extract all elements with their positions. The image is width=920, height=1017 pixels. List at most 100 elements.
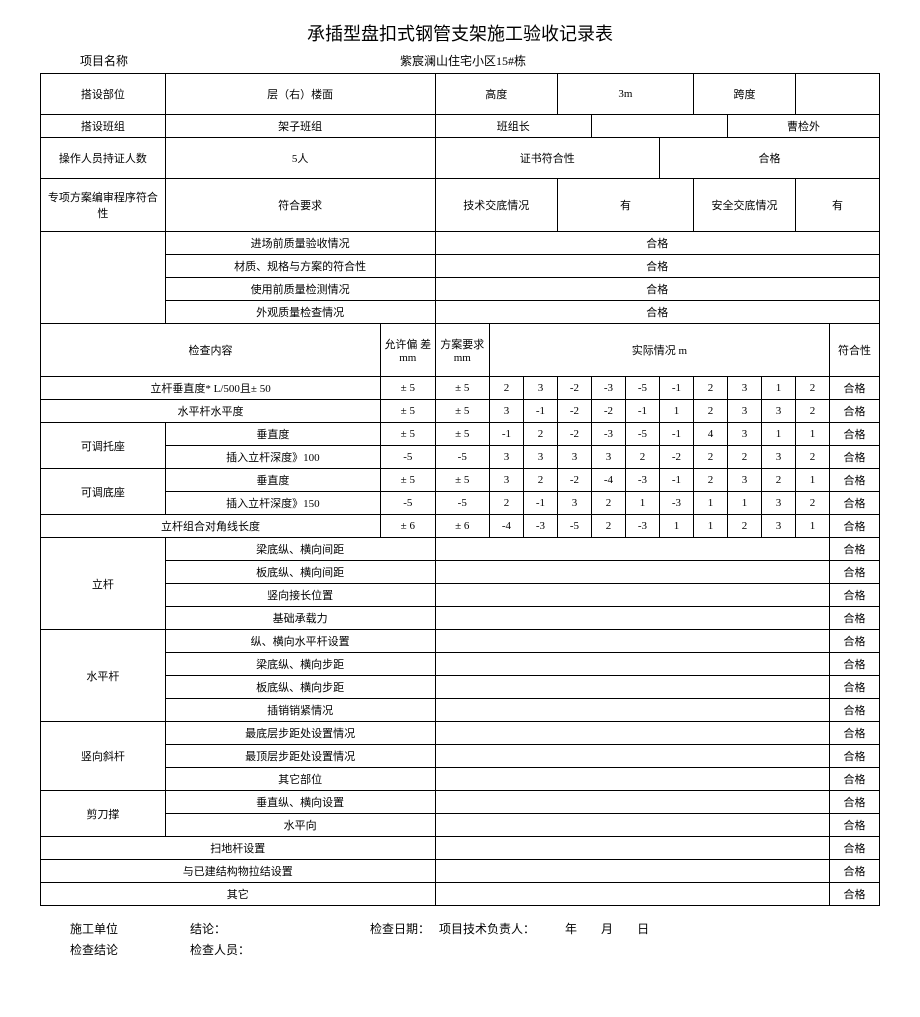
cell: 1 <box>727 492 761 515</box>
cell: -3 <box>523 515 557 538</box>
cell: 检查内容 <box>41 324 381 377</box>
cell: -5 <box>625 377 659 400</box>
cell: 符合性 <box>829 324 879 377</box>
footer-day: 日 <box>637 922 649 936</box>
footer-year: 年 <box>565 922 577 936</box>
cell: 合格 <box>829 515 879 538</box>
cell <box>435 630 829 653</box>
measure-row: 插入立杆深度》100-5-533332-22232合格 <box>41 446 880 469</box>
cell: 合格 <box>829 676 879 699</box>
cell: -2 <box>557 400 591 423</box>
cell: 1 <box>795 423 829 446</box>
row-cert: 操作人员持证人数 5人 证书符合性 合格 <box>41 138 880 179</box>
row-plan: 专项方案编审程序符合性 符合要求 技术交底情况 有 安全交底情况 有 <box>41 179 880 232</box>
group-row: 最顶层步距处设置情况合格 <box>41 745 880 768</box>
measure-row: 水平杆水平度± 5± 53-1-2-2-112332合格 <box>41 400 880 423</box>
cell: 搭设部位 <box>41 74 166 115</box>
cell: 扫地杆设置 <box>41 837 436 860</box>
cell: ± 5 <box>435 469 489 492</box>
footer-conclusion: 结论： <box>190 920 330 937</box>
cell: 2 <box>523 469 557 492</box>
cell: 水平杆 <box>41 630 166 722</box>
cell: 合格 <box>829 745 879 768</box>
measure-row: 可调底座垂直度± 5± 532-2-4-3-12321合格 <box>41 469 880 492</box>
cell <box>435 837 829 860</box>
cell: 跨度 <box>693 74 795 115</box>
cell: -2 <box>557 423 591 446</box>
cell: 梁底纵、横向步距 <box>165 653 435 676</box>
cell: -2 <box>557 469 591 492</box>
tail-row: 扫地杆设置 合格 <box>41 837 880 860</box>
cell: -2 <box>557 377 591 400</box>
footer-conclusion-label: 检查结论 <box>70 941 190 958</box>
cell: 立杆组合对角线长度 <box>41 515 381 538</box>
measure-row: 立杆垂直度* L/500且± 50± 5± 523-2-3-5-12312合格 <box>41 377 880 400</box>
cell: ± 5 <box>381 377 435 400</box>
cell: -4 <box>591 469 625 492</box>
footer-org: 施工单位 <box>70 920 190 937</box>
cell: 合格 <box>435 278 879 301</box>
cell: 基础承载力 <box>165 607 435 630</box>
cell: 插销销紧情况 <box>165 699 435 722</box>
cell: 班组长 <box>435 115 591 138</box>
cell: 3 <box>727 423 761 446</box>
group-row: 插销销紧情况合格 <box>41 699 880 722</box>
cell: 层（右）楼面 <box>165 74 435 115</box>
cell: 允许偏 差 mm <box>381 324 435 377</box>
cell: -1 <box>659 423 693 446</box>
cell <box>435 860 829 883</box>
cell: 合格 <box>829 446 879 469</box>
footer: 施工单位 检查结论 结论： 检查人员： 检查日期： 项目技术负责人： 年 月 日 <box>40 920 880 958</box>
cell: 2 <box>625 446 659 469</box>
main-table: 搭设部位 层（右）楼面 高度 3m 跨度 搭设班组 架子班组 班组长 曹检外 操… <box>40 73 880 906</box>
row-measure-head: 检查内容 允许偏 差 mm 方案要求 mm 实际情况 m 符合性 <box>41 324 880 377</box>
cell: 2 <box>591 515 625 538</box>
cell: ± 5 <box>381 400 435 423</box>
cell: 外观质量检查情况 <box>165 301 435 324</box>
cell: -5 <box>625 423 659 446</box>
cell: 1 <box>795 515 829 538</box>
cell: -3 <box>591 377 625 400</box>
cell: 合格 <box>829 653 879 676</box>
cell: -5 <box>381 446 435 469</box>
measure-row: 插入立杆深度》150-5-52-1321-31132合格 <box>41 492 880 515</box>
cell: 3 <box>557 446 591 469</box>
cell: 合格 <box>829 423 879 446</box>
row-pre: 进场前质量验收情况 合格 <box>41 232 880 255</box>
cell <box>435 791 829 814</box>
cell <box>435 814 829 837</box>
cell: 插入立杆深度》150 <box>165 492 380 515</box>
group-row: 水平杆纵、横向水平杆设置合格 <box>41 630 880 653</box>
cell: -3 <box>625 515 659 538</box>
cell: 合格 <box>829 860 879 883</box>
cell: 有 <box>557 179 693 232</box>
cell: 证书符合性 <box>435 138 659 179</box>
cell: 梁底纵、横向间距 <box>165 538 435 561</box>
cell: -1 <box>659 469 693 492</box>
project-name: 紫宸澜山住宅小区15#栋 <box>220 52 880 69</box>
cell: 合格 <box>829 584 879 607</box>
cell <box>435 768 829 791</box>
row-team: 搭设班组 架子班组 班组长 曹检外 <box>41 115 880 138</box>
cell: 1 <box>761 377 795 400</box>
cell <box>435 699 829 722</box>
cell: 合格 <box>829 837 879 860</box>
cell: 1 <box>659 400 693 423</box>
cell: 5人 <box>165 138 435 179</box>
cell: 操作人员持证人数 <box>41 138 166 179</box>
cell <box>591 115 727 138</box>
cell: 3 <box>761 492 795 515</box>
cell <box>435 584 829 607</box>
cell: -5 <box>435 446 489 469</box>
footer-date-label: 检查日期： <box>370 922 430 936</box>
footer-month: 月 <box>601 922 613 936</box>
cell <box>435 745 829 768</box>
cell: ± 6 <box>435 515 489 538</box>
group-row: 竖向斜杆最底层步距处设置情况合格 <box>41 722 880 745</box>
group-row: 板底纵、横向间距合格 <box>41 561 880 584</box>
footer-tech-lead: 项目技术负责人： <box>439 922 535 936</box>
cell: 2 <box>693 400 727 423</box>
cell: 曹检外 <box>727 115 879 138</box>
cell: 竖向斜杆 <box>41 722 166 791</box>
cell: 板底纵、横向步距 <box>165 676 435 699</box>
